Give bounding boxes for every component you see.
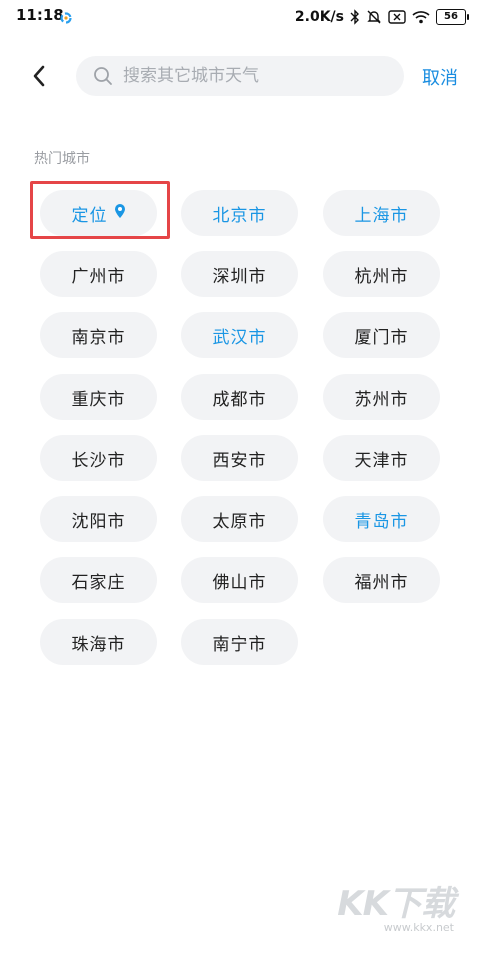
city-chip-taiyuan[interactable]: 太原市 (181, 496, 298, 542)
city-chip-wuhan[interactable]: 武汉市 (181, 312, 298, 358)
section-title: 热门城市 (34, 151, 90, 167)
city-chip-shijiazhuang[interactable]: 石家庄 (40, 557, 157, 603)
chevron-left-icon (33, 65, 45, 87)
city-chip-foshan[interactable]: 佛山市 (181, 557, 298, 603)
city-chip-shanghai[interactable]: 上海市 (323, 190, 440, 236)
status-bar: 11:18 2.0K/s 56 (0, 0, 480, 34)
watermark: KK下载 www.kkx.net (337, 876, 455, 934)
city-chip-chengdu[interactable]: 成都市 (181, 374, 298, 420)
city-chip-xiamen[interactable]: 厦门市 (323, 312, 440, 358)
city-chip-changsha[interactable]: 长沙市 (40, 435, 157, 481)
status-icons: 2.0K/s 56 (294, 7, 469, 27)
search-box[interactable] (76, 56, 404, 96)
locate-button[interactable]: 定位 (40, 190, 157, 236)
city-chip-nanning[interactable]: 南宁市 (181, 619, 298, 665)
city-chip-tianjin[interactable]: 天津市 (323, 435, 440, 481)
city-chip-nanjing[interactable]: 南京市 (40, 312, 157, 358)
search-icon (94, 67, 112, 85)
back-button[interactable] (24, 60, 54, 92)
status-time: 11:18 (16, 6, 64, 24)
city-chip-chongqing[interactable]: 重庆市 (40, 374, 157, 420)
city-chip-fuzhou[interactable]: 福州市 (323, 557, 440, 603)
wifi-icon (412, 10, 430, 24)
city-chip-xian[interactable]: 西安市 (181, 435, 298, 481)
city-chip-shenzhen[interactable]: 深圳市 (181, 251, 298, 297)
network-speed: 2.0K/s (294, 9, 344, 25)
cancel-button[interactable]: 取消 (422, 64, 458, 90)
city-chip-zhuhai[interactable]: 珠海市 (40, 619, 157, 665)
watermark-logo: KK下载 (337, 884, 455, 924)
city-chip-hangzhou[interactable]: 杭州市 (323, 251, 440, 297)
app-notification-icon (60, 9, 72, 24)
bluetooth-icon (350, 9, 360, 25)
city-chip-guangzhou[interactable]: 广州市 (40, 251, 157, 297)
city-chip-beijing[interactable]: 北京市 (181, 190, 298, 236)
chip-label: 定位 (71, 205, 108, 226)
mute-bell-icon (366, 9, 382, 25)
city-chip-qingdao[interactable]: 青岛市 (323, 496, 440, 542)
city-chip-suzhou[interactable]: 苏州市 (323, 374, 440, 420)
search-input[interactable] (121, 65, 395, 87)
city-chip-shenyang[interactable]: 沈阳市 (40, 496, 157, 542)
sim-off-icon (388, 10, 406, 24)
location-pin-icon (114, 203, 126, 224)
battery-icon: 56 (436, 9, 469, 25)
